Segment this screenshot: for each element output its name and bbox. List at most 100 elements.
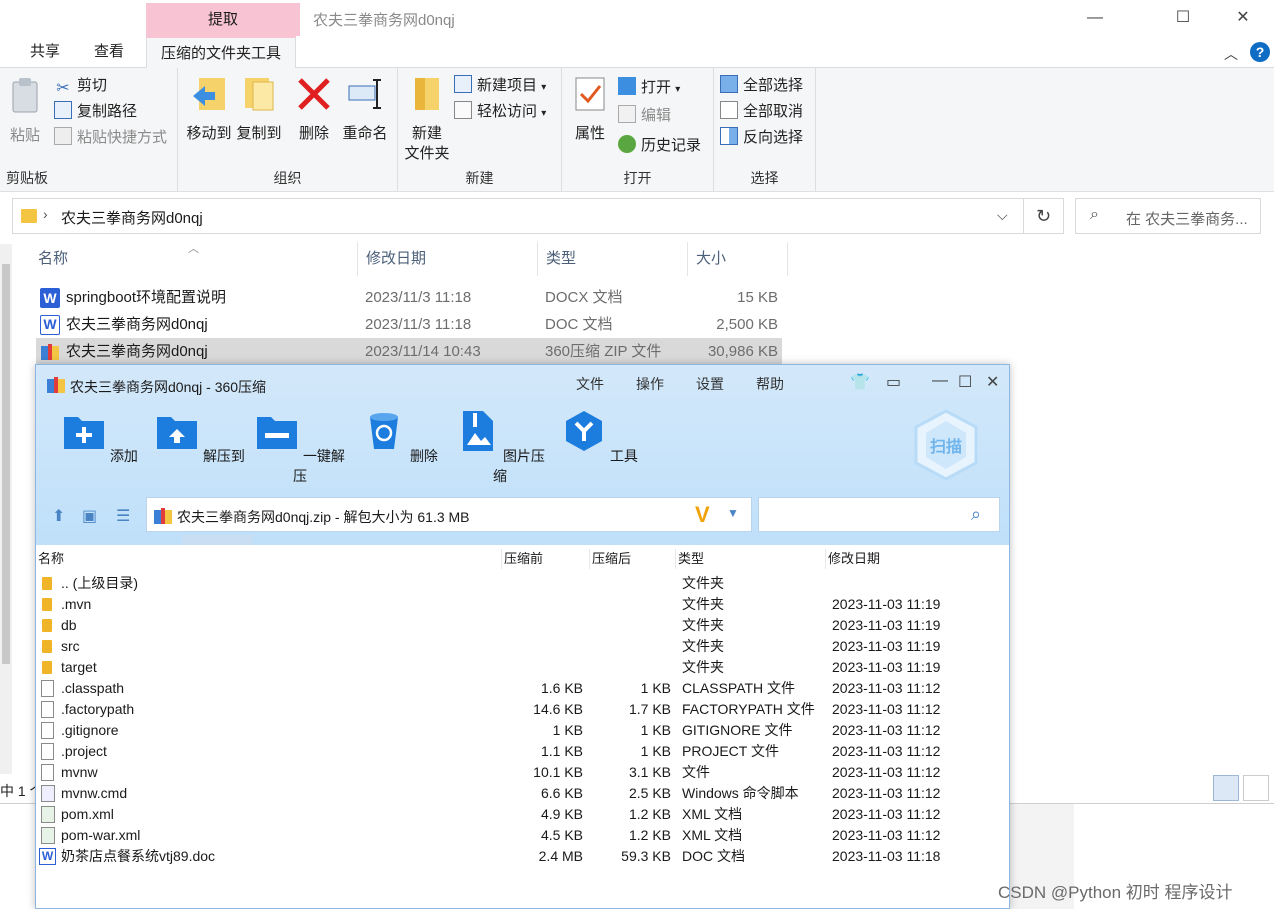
column-type[interactable]: 类型 bbox=[538, 242, 688, 276]
one-click-extract-button[interactable]: 一键解压 bbox=[252, 409, 348, 486]
address-bar[interactable]: › 农夫三拳商务网d0nqj ⌵ bbox=[12, 198, 1024, 234]
add-button[interactable]: 添加 bbox=[52, 409, 148, 466]
tab-extract-context[interactable]: 提取 bbox=[146, 3, 300, 36]
nav-pane-scrollbar[interactable] bbox=[0, 244, 12, 774]
group-clipboard: 粘贴 ✂ 剪切 复制路径 粘贴快捷方式 剪贴板 bbox=[0, 68, 178, 192]
rename-button[interactable]: 重命名 bbox=[340, 74, 390, 144]
menu-action[interactable]: 操作 bbox=[636, 374, 664, 394]
paste-button[interactable]: 粘贴 bbox=[6, 76, 44, 146]
up-arrow-icon[interactable]: ⬆ bbox=[52, 506, 65, 526]
copy-to-button[interactable]: 复制到 bbox=[234, 74, 284, 144]
tab-compressed-folder-tools[interactable]: 压缩的文件夹工具 bbox=[146, 36, 297, 69]
close-button[interactable]: ✕ bbox=[1228, 6, 1258, 30]
paste-shortcut-button[interactable]: 粘贴快捷方式 bbox=[54, 126, 167, 150]
zip-list-item[interactable]: .gitignore 1 KB 1 KB GITIGNORE 文件 2023-11-03… bbox=[36, 720, 1009, 741]
help-icon[interactable]: ? bbox=[1250, 42, 1270, 62]
zip-item-date: 2023-11-03 11:19 bbox=[832, 617, 941, 633]
column-name[interactable]: 名称 bbox=[30, 242, 358, 276]
zip-list-item[interactable]: mvnw 10.1 KB 3.1 KB 文件 2023-11-03 11:12 bbox=[36, 762, 1009, 783]
zip-list-item[interactable]: .classpath 1.6 KB 1 KB CLASSPATH 文件 2023-11-… bbox=[36, 678, 1009, 699]
move-to-label: 移动到 bbox=[186, 125, 232, 142]
zip-list-item[interactable]: src 文件夹 2023-11-03 11:19 bbox=[36, 636, 1009, 657]
scan-button[interactable]: 扫描 bbox=[914, 409, 978, 481]
edit-button[interactable]: 编辑 bbox=[618, 104, 671, 128]
column-name[interactable]: 名称 bbox=[36, 549, 502, 569]
properties-button[interactable]: 属性 bbox=[568, 74, 612, 144]
cut-button[interactable]: ✂ 剪切 bbox=[54, 74, 107, 98]
file-type: 360压缩 ZIP 文件 bbox=[545, 343, 662, 360]
one-click-extract-icon bbox=[257, 417, 298, 449]
details-view-button[interactable] bbox=[1213, 775, 1239, 801]
ribbon: 粘贴 ✂ 剪切 复制路径 粘贴快捷方式 剪贴板 移动到 复制到 删除 重命名 组… bbox=[0, 68, 1274, 192]
minimize-button[interactable]: — bbox=[1080, 6, 1110, 30]
file-row[interactable]: W 农夫三拳商务网d0nqj 2023/11/3 11:18 DOC 文档 2,… bbox=[36, 311, 782, 338]
list-view-icon[interactable]: ☰ bbox=[116, 506, 130, 526]
new-folder-button[interactable]: 新建 文件夹 bbox=[402, 74, 452, 164]
column-date[interactable]: 修改日期 bbox=[358, 242, 538, 276]
tab-view[interactable]: 查看 bbox=[94, 36, 124, 68]
thumbnail-view-icon[interactable]: ▣ bbox=[82, 506, 97, 526]
file-row-selected[interactable]: 农夫三拳商务网d0nqj 2023/11/14 10:43 360压缩 ZIP … bbox=[36, 338, 782, 365]
history-button[interactable]: 历史记录 bbox=[618, 134, 701, 158]
tools-button[interactable]: 工具 bbox=[552, 409, 648, 466]
maximize-button[interactable]: ☐ bbox=[1168, 6, 1198, 30]
menu-settings[interactable]: 设置 bbox=[696, 374, 724, 394]
close-button[interactable]: ✕ bbox=[986, 372, 999, 392]
open-button[interactable]: 打开 ▾ bbox=[618, 76, 680, 100]
delete-button[interactable]: 删除 bbox=[352, 409, 448, 466]
column-after-size[interactable]: 压缩后 bbox=[590, 549, 676, 569]
group-open: 属性 打开 ▾ 编辑 历史记录 打开 bbox=[562, 68, 714, 192]
column-date[interactable]: 修改日期 bbox=[826, 549, 1006, 569]
zip-item-after: 1.2 KB bbox=[628, 827, 671, 843]
invert-selection-button[interactable]: 反向选择 bbox=[720, 126, 803, 150]
column-before-size[interactable]: 压缩前 bbox=[502, 549, 590, 569]
group-label-new: 新建 bbox=[465, 170, 494, 186]
extract-to-button[interactable]: 解压到 bbox=[152, 409, 248, 466]
move-to-button[interactable]: 移动到 bbox=[184, 74, 234, 144]
large-icons-view-button[interactable] bbox=[1243, 775, 1269, 801]
address-path[interactable]: 农夫三拳商务网d0nqj bbox=[61, 207, 203, 228]
select-none-button[interactable]: 全部取消 bbox=[720, 100, 803, 124]
minimize-button[interactable]: — bbox=[932, 372, 948, 390]
search-input[interactable]: ⌕ 在 农夫三拳商务... bbox=[1075, 198, 1261, 234]
zip-search-input[interactable]: ⌕ bbox=[758, 497, 1000, 532]
zip-list-item[interactable]: mvnw.cmd 6.6 KB 2.5 KB Windows 命令脚本 2023-11-… bbox=[36, 783, 1009, 804]
column-size[interactable]: 大小 bbox=[688, 242, 788, 276]
ribbon-tabs: 共享 查看 压缩的文件夹工具 bbox=[0, 36, 1274, 69]
image-compress-button[interactable]: 图片压缩 bbox=[452, 409, 548, 486]
select-all-button[interactable]: 全部选择 bbox=[720, 74, 803, 98]
zip-list-item[interactable]: .. (上级目录) 文件夹 bbox=[36, 573, 1009, 594]
refresh-button[interactable]: ↻ bbox=[1024, 198, 1064, 234]
search-icon: ⌕ bbox=[971, 504, 982, 524]
zip-list-item[interactable]: .project 1.1 KB 1 KB PROJECT 文件 2023-11-03 1… bbox=[36, 741, 1009, 762]
chevron-down-icon[interactable]: ⌵ bbox=[997, 207, 1008, 224]
zip-list-item[interactable]: .mvn 文件夹 2023-11-03 11:19 bbox=[36, 594, 1009, 615]
file-row[interactable]: W springboot环境配置说明 2023/11/3 11:18 DOCX … bbox=[36, 284, 782, 311]
zip-list-item[interactable]: W 奶茶店点餐系统vtj89.doc 2.4 MB 59.3 KB DOC 文档 2023… bbox=[36, 846, 1009, 867]
zip-list-item[interactable]: pom-war.xml 4.5 KB 1.2 KB XML 文档 2023-11-03 … bbox=[36, 825, 1009, 846]
copy-path-button[interactable]: 复制路径 bbox=[54, 100, 137, 124]
menu-help[interactable]: 帮助 bbox=[756, 374, 784, 394]
skin-shirt-icon[interactable]: 👕 bbox=[850, 372, 870, 392]
move-to-icon bbox=[193, 78, 225, 110]
chevron-down-icon[interactable]: ▼ bbox=[727, 506, 739, 520]
column-type[interactable]: 类型 bbox=[676, 549, 826, 569]
feedback-icon[interactable]: ▭ bbox=[886, 372, 901, 392]
zip-list-item[interactable]: pom.xml 4.9 KB 1.2 KB XML 文档 2023-11-03 11:1… bbox=[36, 804, 1009, 825]
zip-item-name: 奶茶店点餐系统vtj89.doc bbox=[61, 848, 216, 864]
zip-list-item[interactable]: target 文件夹 2023-11-03 11:19 bbox=[36, 657, 1009, 678]
zip-list-item[interactable]: db 文件夹 2023-11-03 11:19 bbox=[36, 615, 1009, 636]
scrollbar-thumb[interactable] bbox=[2, 264, 10, 664]
zip-list-item[interactable]: .factorypath 14.6 KB 1.7 KB FACTORYPATH 文件 2… bbox=[36, 699, 1009, 720]
ribbon-collapse-icon[interactable]: ︿ bbox=[1224, 44, 1238, 64]
tab-share[interactable]: 共享 bbox=[30, 36, 60, 68]
new-item-button[interactable]: 新建项目 ▾ bbox=[454, 74, 546, 98]
delete-button[interactable]: 删除 bbox=[294, 74, 334, 144]
easy-access-icon bbox=[454, 101, 472, 119]
easy-access-button[interactable]: 轻松访问 ▾ bbox=[454, 100, 546, 124]
zip-item-type: 文件夹 bbox=[682, 575, 724, 591]
folder-icon bbox=[42, 598, 52, 611]
archive-path-bar[interactable]: 农夫三拳商务网d0nqj.zip - 解包大小为 61.3 MB V ▼ bbox=[146, 497, 752, 532]
menu-file[interactable]: 文件 bbox=[576, 374, 604, 394]
maximize-button[interactable]: ☐ bbox=[958, 372, 972, 392]
